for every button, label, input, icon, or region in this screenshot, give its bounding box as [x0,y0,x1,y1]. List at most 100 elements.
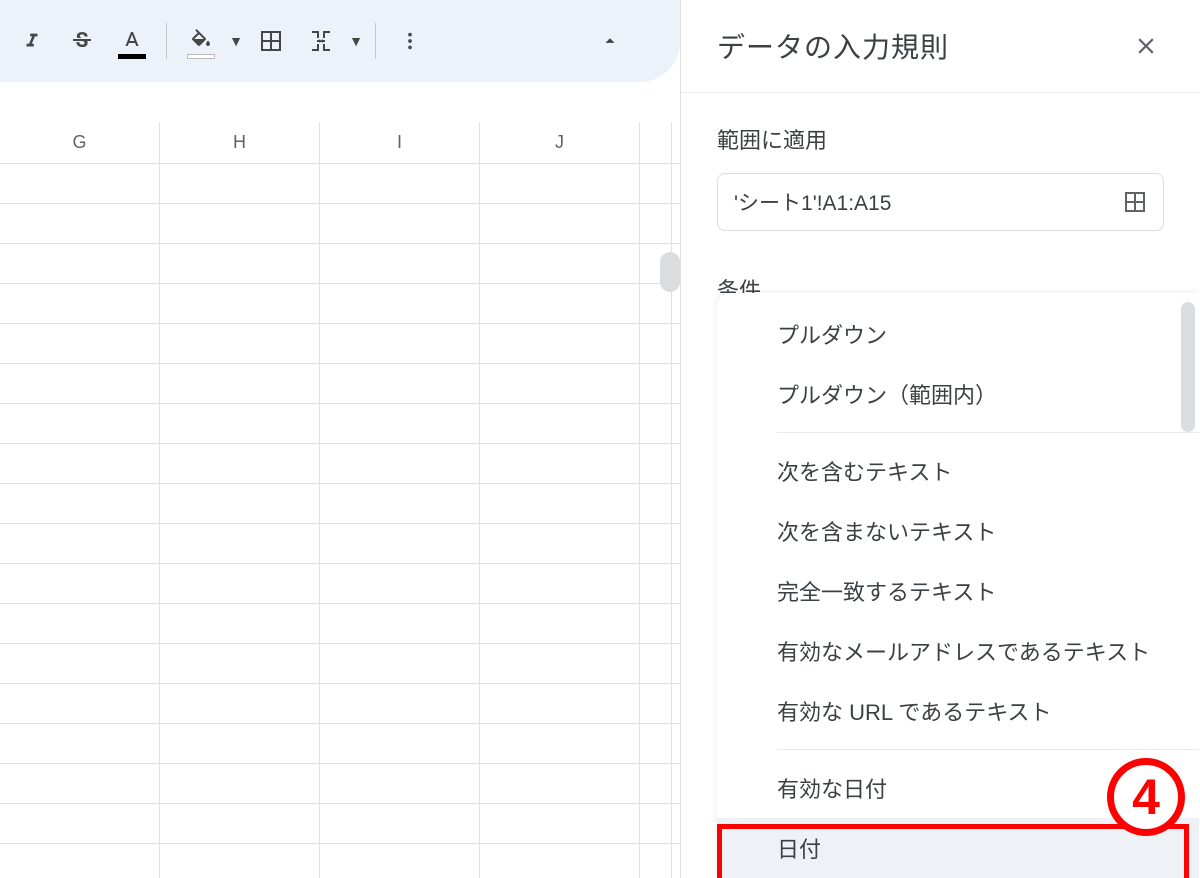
cell[interactable] [640,204,672,243]
cell[interactable] [320,844,480,878]
cell[interactable] [160,324,320,363]
cell[interactable] [0,164,160,203]
cell[interactable] [480,324,640,363]
cell[interactable] [320,524,480,563]
cell[interactable] [160,764,320,803]
cell[interactable] [320,764,480,803]
cell[interactable] [480,404,640,443]
cell[interactable] [480,284,640,323]
dd-item-text-url[interactable]: 有効な URL であるテキスト [717,681,1199,741]
col-header[interactable] [640,122,672,163]
table-row[interactable] [0,284,680,324]
table-row[interactable] [0,724,680,764]
collapse-toolbar-button[interactable] [588,19,632,63]
cell[interactable] [0,324,160,363]
cell[interactable] [320,364,480,403]
table-row[interactable] [0,324,680,364]
cell[interactable] [640,564,672,603]
table-row[interactable] [0,404,680,444]
cell[interactable] [640,844,672,878]
fill-color-button[interactable] [179,19,223,63]
cell[interactable] [160,604,320,643]
table-row[interactable] [0,684,680,724]
range-input[interactable] [734,190,1123,214]
col-header[interactable]: H [160,122,320,163]
table-row[interactable] [0,244,680,284]
cell[interactable] [640,404,672,443]
cell[interactable] [0,644,160,683]
cell[interactable] [320,164,480,203]
table-row[interactable] [0,444,680,484]
cell[interactable] [160,684,320,723]
cell[interactable] [640,644,672,683]
cell[interactable] [0,284,160,323]
borders-button[interactable] [249,19,293,63]
cell[interactable] [160,844,320,878]
dd-item-pulldown-range[interactable]: プルダウン（範囲内） [717,364,1199,424]
cell[interactable] [160,804,320,843]
table-row[interactable] [0,644,680,684]
cell[interactable] [0,204,160,243]
cell[interactable] [0,564,160,603]
cell[interactable] [0,444,160,483]
text-color-button[interactable] [110,19,154,63]
cell[interactable] [0,364,160,403]
cell[interactable] [320,564,480,603]
col-header[interactable]: I [320,122,480,163]
cell[interactable] [480,804,640,843]
cell[interactable] [320,444,480,483]
cell[interactable] [0,844,160,878]
merge-cells-button[interactable] [299,19,343,63]
cell[interactable] [320,284,480,323]
table-row[interactable] [0,764,680,804]
cell[interactable] [320,644,480,683]
cell[interactable] [320,404,480,443]
cell[interactable] [480,524,640,563]
dd-item-text-email[interactable]: 有効なメールアドレスであるテキスト [717,621,1199,681]
cell[interactable] [160,444,320,483]
table-row[interactable] [0,364,680,404]
cell[interactable] [640,764,672,803]
cell[interactable] [160,164,320,203]
cell[interactable] [480,604,640,643]
cell[interactable] [160,644,320,683]
cell[interactable] [640,164,672,203]
cell[interactable] [480,364,640,403]
cell[interactable] [320,604,480,643]
dd-item-text-not-contains[interactable]: 次を含まないテキスト [717,501,1199,561]
vertical-scrollbar-thumb[interactable] [660,252,680,292]
cell[interactable] [160,204,320,243]
dd-item-valid-date[interactable]: 有効な日付 [717,758,1199,818]
cell[interactable] [480,684,640,723]
cell[interactable] [160,564,320,603]
cell[interactable] [320,804,480,843]
cell[interactable] [480,204,640,243]
cell[interactable] [320,484,480,523]
italic-button[interactable] [10,19,54,63]
range-input-wrapper[interactable] [717,173,1164,231]
cell[interactable] [480,844,640,878]
cell[interactable] [320,684,480,723]
table-row[interactable] [0,204,680,244]
grid-select-icon[interactable] [1123,190,1147,214]
cell[interactable] [480,484,640,523]
cell[interactable] [480,244,640,283]
table-row[interactable] [0,564,680,604]
strikethrough-button[interactable] [60,19,104,63]
cell[interactable] [0,244,160,283]
cell[interactable] [0,524,160,563]
cell[interactable] [160,284,320,323]
table-row[interactable] [0,604,680,644]
cell[interactable] [320,724,480,763]
cell[interactable] [480,764,640,803]
cell[interactable] [640,684,672,723]
merge-caret[interactable]: ▼ [349,33,363,49]
fill-color-caret[interactable]: ▼ [229,33,243,49]
cell[interactable] [640,324,672,363]
cell[interactable] [160,404,320,443]
cell[interactable] [160,524,320,563]
table-row[interactable] [0,164,680,204]
dd-item-pulldown[interactable]: プルダウン [717,304,1199,364]
cell[interactable] [480,564,640,603]
cell[interactable] [480,724,640,763]
